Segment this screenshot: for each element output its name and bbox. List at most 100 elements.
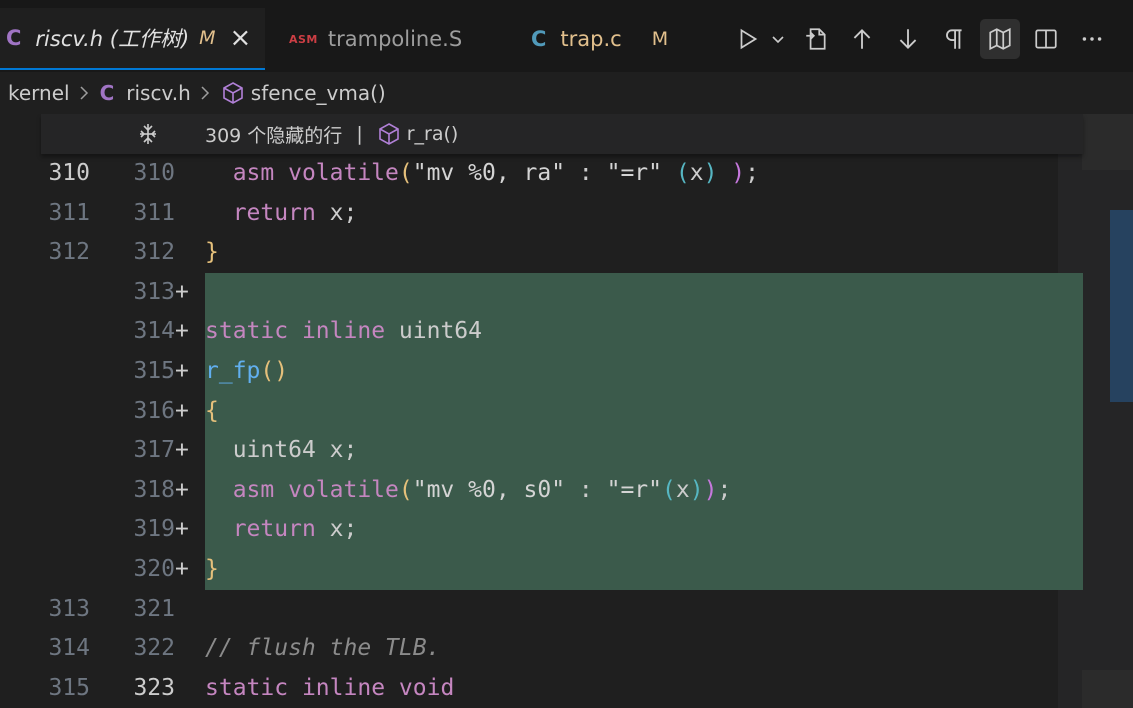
ruler-corner bbox=[1083, 114, 1133, 154]
vscode-window: C riscv.h (工作树) M × ASM trampoline.S C t… bbox=[0, 0, 1133, 708]
run-button[interactable] bbox=[728, 19, 768, 59]
code-line[interactable]: 311 311 return x; bbox=[0, 194, 1133, 234]
code-line[interactable]: 313 321 bbox=[0, 590, 1133, 630]
more-actions-button[interactable] bbox=[1072, 19, 1112, 59]
breadcrumb-folder[interactable]: kernel bbox=[8, 81, 70, 105]
arrow-down-icon bbox=[899, 29, 917, 49]
asm-file-icon: ASM bbox=[289, 32, 318, 46]
code-line[interactable]: 315 323 static inline void bbox=[0, 669, 1133, 708]
added-code-line[interactable]: 315 + r_fp() bbox=[0, 351, 1133, 392]
close-icon[interactable]: × bbox=[230, 25, 252, 51]
breadcrumb-file[interactable]: riscv.h bbox=[126, 81, 191, 105]
original-line-number bbox=[30, 510, 90, 550]
c-file-icon: C bbox=[531, 27, 547, 51]
chevron-right-icon bbox=[78, 84, 90, 102]
original-line-number bbox=[30, 273, 90, 313]
run-dropdown-button[interactable] bbox=[768, 19, 788, 59]
added-line-marker: + bbox=[175, 357, 189, 384]
code-line[interactable]: 310 310 asm volatile("mv %0, ra" : "=r" … bbox=[0, 154, 1133, 194]
line-content: return x; bbox=[232, 199, 358, 226]
pilcrow-icon bbox=[946, 29, 962, 49]
added-line-marker: + bbox=[175, 555, 189, 582]
added-line-marker: + bbox=[175, 516, 189, 543]
modified-line-number: 315 bbox=[133, 357, 175, 384]
modified-line-number: 321 bbox=[133, 595, 175, 622]
go-to-file-icon bbox=[806, 28, 826, 50]
original-line-number: 315 bbox=[48, 674, 90, 701]
original-line-number: 311 bbox=[48, 199, 90, 226]
modified-line-number: 318 bbox=[133, 476, 175, 503]
modified-line-number: 311 bbox=[133, 199, 175, 226]
original-line-number bbox=[30, 471, 90, 511]
chevron-down-icon bbox=[772, 36, 784, 44]
modified-line-number: 320 bbox=[133, 555, 175, 582]
modified-line-number: 322 bbox=[133, 635, 175, 662]
tab-label: riscv.h (工作树) bbox=[35, 27, 190, 51]
tab-trap-c[interactable]: C trap.c M bbox=[527, 8, 697, 70]
code-line[interactable]: 314 322 // flush the TLB. bbox=[0, 629, 1133, 669]
original-line-number bbox=[30, 431, 90, 471]
original-line-number: 313 bbox=[48, 595, 90, 622]
original-line-number bbox=[30, 550, 90, 590]
added-line-marker: + bbox=[175, 397, 189, 424]
open-file-button[interactable] bbox=[796, 19, 836, 59]
tab-riscv-h[interactable]: C riscv.h (工作树) M × bbox=[0, 8, 265, 70]
modified-line-number: 319 bbox=[133, 516, 175, 543]
added-code-line[interactable]: 313 + bbox=[0, 272, 1133, 313]
original-line-number bbox=[30, 392, 90, 432]
line-content: static inline void bbox=[205, 674, 455, 701]
ellipsis-icon bbox=[1082, 37, 1102, 41]
method-cube-icon bbox=[377, 122, 401, 146]
modified-line-number: 313 bbox=[133, 278, 175, 305]
hidden-lines-label[interactable]: 309 个隐藏的行 bbox=[205, 121, 342, 148]
added-code-line[interactable]: 314 + static inline uint64 bbox=[0, 312, 1133, 352]
added-code-line[interactable]: 317 + uint64 x; bbox=[0, 431, 1133, 471]
diff-editor[interactable]: 309 个隐藏的行 | r_ra() 310 310 asm volatile(… bbox=[0, 114, 1133, 708]
modified-line-number: 310 bbox=[133, 160, 175, 186]
sticky-symbol[interactable]: r_ra() bbox=[407, 123, 459, 145]
added-code-line[interactable]: 319 + return x; bbox=[0, 510, 1133, 550]
added-line-marker: + bbox=[175, 318, 189, 345]
c-file-icon: C bbox=[99, 81, 115, 105]
tab-trampoline-s[interactable]: ASM trampoline.S bbox=[285, 8, 505, 70]
breadcrumb-symbol[interactable]: sfence_vma() bbox=[251, 81, 386, 105]
method-cube-icon bbox=[221, 81, 245, 105]
chevron-right-icon bbox=[199, 84, 211, 102]
original-line-number: 312 bbox=[48, 239, 90, 266]
added-line-marker: + bbox=[175, 437, 189, 464]
previous-change-button[interactable] bbox=[842, 19, 882, 59]
added-line-marker: + bbox=[175, 278, 189, 305]
line-content: } bbox=[205, 555, 219, 582]
tab-bar: C riscv.h (工作树) M × ASM trampoline.S C t… bbox=[0, 0, 1133, 72]
added-code-line[interactable]: 318 + asm volatile("mv %0, s0" : "=r"(x)… bbox=[0, 470, 1133, 511]
original-line-number: 314 bbox=[48, 635, 90, 662]
split-editor-button[interactable] bbox=[1026, 19, 1066, 59]
original-line-number: 310 bbox=[48, 160, 90, 186]
unfold-icon[interactable] bbox=[136, 122, 160, 146]
map-icon bbox=[989, 27, 1011, 51]
modified-line-number: 314 bbox=[133, 318, 175, 345]
code-line[interactable]: 312 312 } bbox=[0, 233, 1133, 273]
added-code-line[interactable]: 320 + } bbox=[0, 549, 1133, 590]
toggle-minimap-button[interactable] bbox=[980, 19, 1020, 59]
sticky-scroll-header[interactable]: 309 个隐藏的行 | r_ra() bbox=[41, 114, 1083, 154]
modified-line-number: 323 bbox=[133, 674, 175, 701]
modified-badge: M bbox=[651, 28, 669, 50]
next-change-button[interactable] bbox=[888, 19, 928, 59]
line-content: } bbox=[205, 239, 219, 266]
line-content: static inline uint64 bbox=[205, 318, 482, 345]
line-content: asm volatile("mv %0, s0" : "=r"(x)); bbox=[232, 476, 732, 503]
line-content: return x; bbox=[232, 516, 358, 543]
sticky-separator: | bbox=[356, 123, 363, 145]
tab-label: trap.c bbox=[560, 27, 622, 51]
modified-line-number: 316 bbox=[133, 397, 175, 424]
line-comment: // flush the TLB. bbox=[205, 635, 441, 662]
line-content: asm volatile("mv %0, ra" : "=r" (x) ); bbox=[232, 160, 760, 186]
toggle-whitespace-button[interactable] bbox=[934, 19, 974, 59]
line-content: r_fp() bbox=[205, 357, 289, 384]
arrow-up-icon bbox=[853, 29, 871, 49]
modified-line-number: 312 bbox=[133, 239, 175, 266]
added-code-line[interactable]: 316 + { bbox=[0, 391, 1133, 432]
editor-toolbar bbox=[728, 18, 1118, 60]
added-line-marker: + bbox=[175, 476, 189, 503]
